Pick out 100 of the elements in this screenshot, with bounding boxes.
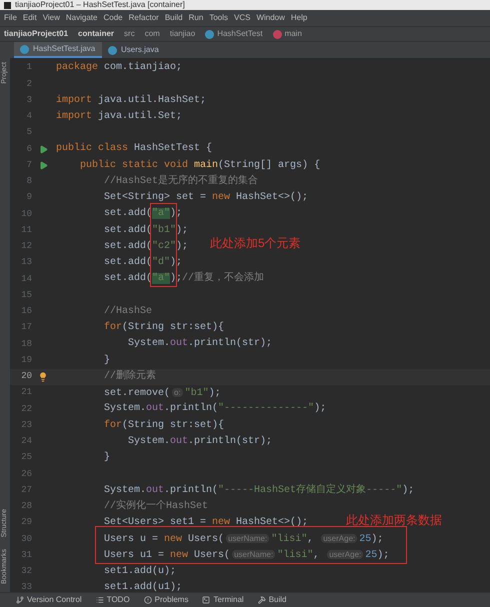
tool-icon: [16, 596, 24, 604]
window-title: tianjiaoProject01 – HashSetTest.java [container]: [15, 0, 185, 10]
line-number: 32: [20, 565, 32, 578]
tool-window-button[interactable]: Problems: [144, 594, 188, 606]
line-number: 16: [20, 305, 32, 318]
breadcrumb-item[interactable]: main: [284, 28, 302, 40]
tool-icon: [202, 596, 210, 604]
code-line: Set<String> set = new HashSet<>();: [103, 191, 308, 206]
class-icon: [108, 46, 117, 54]
line-number: 22: [20, 402, 32, 416]
code-line: public class HashSetTest {: [56, 142, 212, 156]
tool-window-button[interactable]: Terminal: [202, 594, 244, 606]
class-icon: [20, 44, 29, 54]
code-line: set.remove( o: "b1");: [103, 386, 221, 401]
line-number: 17: [20, 321, 32, 334]
code-line: import java.util.Set;: [56, 110, 182, 124]
line-number: 21: [20, 386, 32, 400]
line-number: 23: [20, 418, 32, 432]
breadcrumb-item[interactable]: src: [124, 28, 135, 40]
line-number: 27: [20, 484, 32, 497]
code-line: //删除元素: [103, 370, 156, 384]
run-icon[interactable]: [38, 144, 48, 154]
line-number: 12: [20, 240, 32, 254]
code-line: for(String str:set){: [103, 321, 224, 336]
code-line: set.add("c2");: [103, 240, 188, 254]
tool-icon: [144, 596, 152, 604]
menu-item[interactable]: Help: [290, 12, 308, 24]
line-number: 1: [26, 61, 32, 74]
code-line: for(String str:set){: [103, 418, 224, 433]
breadcrumb-item[interactable]: container: [78, 28, 114, 40]
menu-item[interactable]: Tools: [209, 12, 228, 24]
line-number: 18: [20, 338, 32, 351]
annotation-label: 此处添加两条数据: [346, 512, 442, 529]
code-line: //HashSet是无序的不重复的集合: [103, 174, 258, 189]
code-line: set.add("b1");: [103, 224, 188, 238]
code-line: public static void main(String[] args) {: [79, 158, 320, 173]
line-number: 20: [20, 370, 32, 384]
class-icon: [205, 30, 214, 38]
line-number: 5: [26, 126, 32, 140]
menu-item[interactable]: Refactor: [128, 12, 159, 24]
line-number: 30: [20, 532, 32, 546]
line-number: 31: [20, 548, 32, 562]
code-line: }: [103, 451, 110, 466]
method-icon: [272, 30, 282, 38]
line-number: 3: [26, 94, 32, 107]
code-line: //实例化一个HashSet: [103, 500, 208, 514]
lightbulb-icon[interactable]: [38, 372, 48, 382]
menu-item[interactable]: Edit: [22, 12, 37, 24]
line-number: 8: [26, 175, 32, 188]
breadcrumb-item[interactable]: com: [144, 28, 160, 40]
editor-tab[interactable]: Users.java: [102, 42, 190, 58]
line-number: 9: [26, 191, 32, 204]
menu-item[interactable]: Window: [256, 12, 285, 24]
line-number: 28: [20, 500, 32, 514]
breadcrumb-item[interactable]: tianjiaoProject01: [4, 28, 68, 40]
code-line: System.out.println(str);: [127, 337, 272, 352]
run-icon[interactable]: [38, 161, 48, 170]
menu-item[interactable]: File: [4, 12, 17, 24]
menu-item[interactable]: Code: [103, 12, 123, 24]
code-line: }: [103, 354, 110, 368]
line-number: 24: [20, 435, 32, 448]
line-number: 33: [20, 581, 32, 592]
line-number: 14: [20, 272, 32, 286]
line-number: 19: [20, 354, 32, 367]
line-number: 26: [20, 468, 32, 481]
code-line: System.out.println("--------------");: [103, 402, 326, 416]
breadcrumb-item[interactable]: HashSetTest: [217, 28, 263, 40]
menu-item[interactable]: VCS: [234, 12, 250, 24]
line-number: 7: [26, 158, 32, 172]
editor-tab[interactable]: HashSetTest.java: [14, 42, 102, 58]
menu-item[interactable]: Build: [164, 12, 183, 24]
code-line: System.out.println(str);: [127, 434, 272, 449]
line-number: 25: [20, 451, 32, 464]
tool-window-button[interactable]: Version Control: [16, 594, 82, 606]
menu-item[interactable]: View: [42, 12, 60, 24]
line-number: 13: [20, 256, 32, 270]
line-number: 29: [20, 516, 32, 530]
tool-window-button[interactable]: Build: [258, 594, 286, 606]
code-line: set1.add(u1);: [103, 581, 182, 592]
line-number: 11: [20, 224, 32, 237]
code-line: Users u = new Users( userName: "lisi", userAge: 25);: [103, 532, 384, 547]
code-line: import java.util.HashSet;: [56, 94, 206, 108]
annotation-label: 此处添加5个元素: [210, 235, 301, 252]
menu-item[interactable]: Navigate: [66, 12, 98, 24]
line-number: 15: [20, 288, 32, 302]
tool-icon: [258, 596, 266, 604]
code-line: System.out.println("-----HashSet存储自定义对象-----");: [103, 484, 414, 498]
tool-window-button[interactable]: TODO: [96, 594, 130, 606]
line-number: 10: [20, 208, 32, 221]
code-line: Set<Users> set1 = new HashSet<>();: [103, 516, 308, 530]
line-number: 2: [26, 78, 32, 91]
menu-item[interactable]: Run: [188, 12, 204, 24]
line-number: 6: [26, 142, 32, 156]
code-line: set1.add(u);: [103, 564, 176, 579]
app-icon: [4, 2, 11, 8]
breadcrumb-item[interactable]: tianjiao: [170, 28, 196, 40]
code-line: Users u1 = new Users( userName: "lisi", userAge: 25);: [103, 548, 390, 564]
tool-icon: [96, 596, 104, 604]
code-line: //HashSe: [103, 304, 152, 319]
line-number: 4: [26, 110, 32, 124]
